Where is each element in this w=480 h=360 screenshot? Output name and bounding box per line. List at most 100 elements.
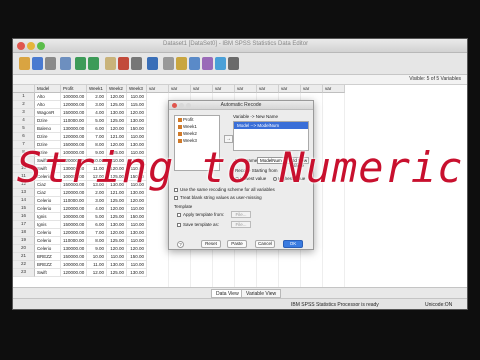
table-cell[interactable]: 110000.00	[61, 237, 87, 245]
table-cell[interactable]: 6.00	[87, 221, 107, 229]
column-header[interactable]: var	[257, 85, 279, 93]
dialog-recall-icon[interactable]	[60, 57, 71, 70]
table-cell[interactable]: 11.00	[87, 261, 107, 269]
table-cell[interactable]: 110.00	[127, 133, 147, 141]
apply-template-file-button[interactable]: File...	[231, 211, 251, 218]
move-variable-arrow-button[interactable]: →	[224, 135, 233, 143]
tab-variable-view[interactable]: Variable View	[241, 289, 282, 298]
table-cell[interactable]: Celerio	[35, 229, 61, 237]
table-cell[interactable]: 2.00	[87, 93, 107, 101]
table-cell[interactable]: 110.00	[127, 261, 147, 269]
table-cell[interactable]: 120.00	[107, 125, 127, 133]
table-cell[interactable]: 4.00	[87, 109, 107, 117]
table-cell[interactable]: 120.00	[107, 205, 127, 213]
table-cell[interactable]: 110.00	[127, 205, 147, 213]
table-cell[interactable]: 125.00	[107, 269, 127, 277]
value-labels-icon[interactable]	[228, 57, 239, 70]
treat-blank-checkbox[interactable]	[174, 195, 178, 200]
column-header[interactable]: var	[301, 85, 323, 93]
row-number[interactable]: 22	[13, 261, 35, 269]
table-cell[interactable]: BREZZ	[35, 253, 61, 261]
open-file-icon[interactable]	[19, 57, 30, 70]
table-cell[interactable]: 100000.00	[61, 93, 87, 101]
save-template-file-button[interactable]: File...	[231, 221, 251, 228]
table-cell[interactable]: 100000.00	[61, 213, 87, 221]
table-cell[interactable]: 7.00	[87, 229, 107, 237]
table-cell[interactable]: 130000.00	[61, 125, 87, 133]
table-cell[interactable]: 3.00	[87, 101, 107, 109]
table-cell[interactable]: 120.00	[107, 229, 127, 237]
undo-icon[interactable]	[75, 57, 86, 70]
table-cell[interactable]: 125.00	[107, 101, 127, 109]
table-cell[interactable]: 9.00	[87, 245, 107, 253]
table-cell[interactable]: Celerio	[35, 245, 61, 253]
row-number[interactable]: 23	[13, 269, 35, 277]
table-cell[interactable]: Baleno	[35, 125, 61, 133]
variable-list-item[interactable]: Week2	[175, 130, 219, 137]
table-cell[interactable]: 5.00	[87, 213, 107, 221]
table-cell[interactable]: 150000.00	[61, 109, 87, 117]
table-cell[interactable]: 110000.00	[61, 197, 87, 205]
row-number[interactable]: 16	[13, 213, 35, 221]
row-number[interactable]: 18	[13, 229, 35, 237]
column-header[interactable]: var	[213, 85, 235, 93]
table-cell[interactable]: 120000.00	[61, 101, 87, 109]
table-cell[interactable]: 7.00	[87, 133, 107, 141]
table-cell[interactable]: 110.00	[127, 237, 147, 245]
treat-blank-option[interactable]: Treat blank string values as user-missin…	[174, 195, 262, 200]
help-button[interactable]: ?	[177, 241, 184, 248]
apply-template-checkbox[interactable]	[177, 212, 181, 217]
variable-list-item[interactable]: Week1	[175, 123, 219, 130]
table-cell[interactable]: 130000.00	[61, 245, 87, 253]
table-cell[interactable]: 120.00	[107, 93, 127, 101]
column-header[interactable]: Week2	[107, 85, 127, 93]
select-cases-icon[interactable]	[215, 57, 226, 70]
minimize-window-icon[interactable]	[27, 42, 35, 50]
table-cell[interactable]: 12.00	[87, 269, 107, 277]
save-icon[interactable]	[32, 57, 43, 70]
save-template-checkbox[interactable]	[177, 222, 181, 227]
column-header[interactable]: Model	[35, 85, 61, 93]
column-header[interactable]: var	[147, 85, 169, 93]
insert-variable-icon[interactable]	[176, 57, 187, 70]
selected-mapping[interactable]: Model --> ModelNum	[234, 122, 308, 129]
reset-button[interactable]: Reset	[201, 240, 221, 248]
save-template-option[interactable]: Save template as:	[177, 222, 219, 227]
table-cell[interactable]: 125.00	[107, 197, 127, 205]
table-cell[interactable]: 110.00	[127, 221, 147, 229]
row-number[interactable]: 5	[13, 125, 35, 133]
table-cell[interactable]: 120.00	[107, 245, 127, 253]
table-cell[interactable]: 150.00	[127, 253, 147, 261]
weight-cases-icon[interactable]	[202, 57, 213, 70]
column-header[interactable]: var	[191, 85, 213, 93]
table-cell[interactable]: 110.00	[127, 93, 147, 101]
column-header[interactable]: var	[279, 85, 301, 93]
row-number[interactable]: 21	[13, 253, 35, 261]
table-cell[interactable]: 150.00	[127, 125, 147, 133]
goto-case-icon[interactable]	[105, 57, 116, 70]
table-cell[interactable]: 10.00	[87, 253, 107, 261]
row-number[interactable]: 20	[13, 245, 35, 253]
column-header[interactable]: var	[169, 85, 191, 93]
table-cell[interactable]: 125.00	[107, 213, 127, 221]
column-header[interactable]: Week3	[127, 85, 147, 93]
table-cell[interactable]: 150000.00	[61, 221, 87, 229]
table-cell[interactable]: Swift	[35, 269, 61, 277]
table-cell[interactable]: 100000.00	[61, 261, 87, 269]
table-cell[interactable]: 125.00	[107, 237, 127, 245]
table-cell[interactable]: Alto	[35, 93, 61, 101]
row-number[interactable]: 4	[13, 117, 35, 125]
table-cell[interactable]: 120000.00	[61, 229, 87, 237]
table-cell[interactable]: 125.00	[107, 117, 127, 125]
paste-button[interactable]: Paste	[227, 240, 247, 248]
table-cell[interactable]: 130.00	[107, 261, 127, 269]
row-number[interactable]: 19	[13, 237, 35, 245]
table-cell[interactable]: 120000.00	[61, 269, 87, 277]
goto-variable-icon[interactable]	[118, 57, 129, 70]
find-icon[interactable]	[147, 57, 158, 70]
table-cell[interactable]: BREZZ	[35, 261, 61, 269]
table-cell[interactable]: 121.00	[107, 133, 127, 141]
ok-button[interactable]: OK	[283, 240, 303, 248]
row-number[interactable]: 1	[13, 93, 35, 101]
table-cell[interactable]: 130.00	[127, 229, 147, 237]
